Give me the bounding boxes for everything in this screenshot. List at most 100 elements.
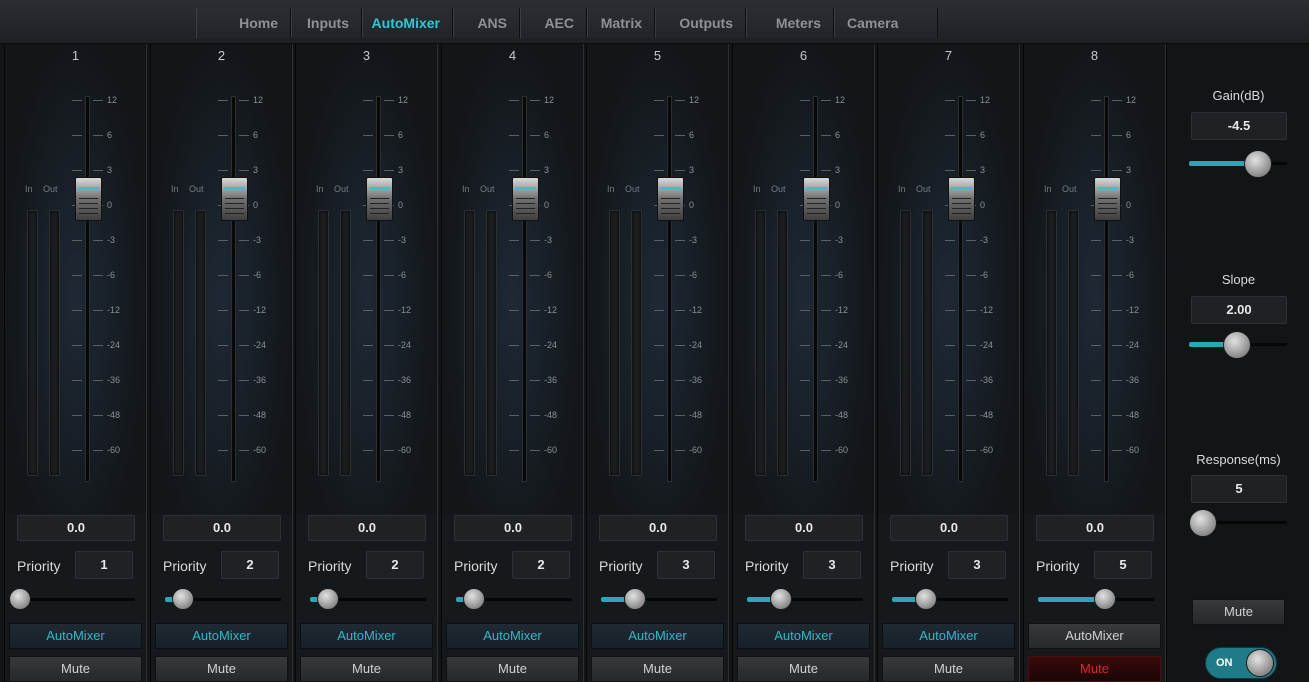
- out-meter-label: Out: [771, 184, 786, 194]
- automixer-button[interactable]: AutoMixer: [882, 623, 1015, 649]
- priority-slider-thumb[interactable]: [770, 588, 793, 610]
- fader-knob[interactable]: [803, 177, 830, 221]
- gain-value-field[interactable]: 0.0: [599, 515, 717, 541]
- fader-knob[interactable]: [948, 177, 975, 221]
- slope-value-field[interactable]: 2.00: [1191, 296, 1287, 324]
- fader-track[interactable]: [667, 96, 672, 482]
- priority-slider-thumb[interactable]: [915, 588, 938, 610]
- scale-tick: [93, 135, 103, 136]
- tab-automixer[interactable]: AutoMixer: [362, 8, 453, 38]
- gain-value-field[interactable]: 0.0: [308, 515, 426, 541]
- automixer-enable-toggle[interactable]: ON: [1205, 647, 1277, 679]
- tab-camera[interactable]: Camera: [834, 8, 938, 38]
- automixer-button[interactable]: AutoMixer: [446, 623, 579, 649]
- scale-tick: [93, 345, 103, 346]
- fader-knob[interactable]: [75, 177, 102, 221]
- tab-inputs[interactable]: Inputs: [291, 8, 362, 38]
- fader-track[interactable]: [813, 96, 818, 482]
- automixer-button[interactable]: AutoMixer: [1028, 623, 1161, 649]
- fader-track[interactable]: [231, 96, 236, 482]
- scale-tick: [363, 170, 373, 171]
- gain-value-field[interactable]: 0.0: [745, 515, 863, 541]
- priority-slider-thumb[interactable]: [624, 588, 647, 610]
- priority-slider-thumb[interactable]: [9, 588, 31, 610]
- scale-tick: [530, 240, 540, 241]
- tab-aec[interactable]: AEC: [520, 8, 587, 38]
- scale-tick: [821, 100, 831, 101]
- automixer-button[interactable]: AutoMixer: [155, 623, 288, 649]
- mute-button[interactable]: Mute: [300, 656, 433, 682]
- output-level-meter: [340, 210, 351, 476]
- fader-knob[interactable]: [1094, 177, 1121, 221]
- scale-label: 3: [253, 165, 259, 175]
- gain-value-field[interactable]: 0.0: [17, 515, 135, 541]
- scale-tick: [1091, 310, 1101, 311]
- fader-track[interactable]: [376, 96, 381, 482]
- gain-value-field[interactable]: 0.0: [1036, 515, 1154, 541]
- tab-ans[interactable]: ANS: [453, 8, 520, 38]
- fader-knob[interactable]: [221, 177, 248, 221]
- scale-label: -3: [398, 235, 407, 245]
- mute-button[interactable]: Mute: [155, 656, 288, 682]
- channel-number: 1: [71, 48, 80, 63]
- fader-knob[interactable]: [512, 177, 539, 221]
- priority-slider-thumb[interactable]: [1094, 588, 1117, 610]
- priority-value-field[interactable]: 1: [75, 551, 133, 579]
- tab-matrix[interactable]: Matrix: [587, 8, 655, 38]
- gain-value-field[interactable]: 0.0: [890, 515, 1008, 541]
- automixer-button[interactable]: AutoMixer: [737, 623, 870, 649]
- tab-home[interactable]: Home: [196, 8, 291, 38]
- gain-value-field[interactable]: -4.5: [1191, 112, 1287, 140]
- automixer-button[interactable]: AutoMixer: [9, 623, 142, 649]
- mute-button[interactable]: Mute: [446, 656, 579, 682]
- mute-button[interactable]: Mute: [591, 656, 724, 682]
- automixer-button[interactable]: AutoMixer: [300, 623, 433, 649]
- response-slider-thumb[interactable]: [1189, 509, 1217, 537]
- fader-track[interactable]: [522, 96, 527, 482]
- scale-tick: [945, 345, 955, 346]
- scale-label: -36: [980, 375, 994, 385]
- priority-value-field[interactable]: 2: [512, 551, 570, 579]
- priority-slider-track[interactable]: [19, 598, 135, 601]
- mute-button[interactable]: Mute: [1028, 656, 1161, 682]
- out-meter-label: Out: [480, 184, 495, 194]
- scale-tick: [1091, 170, 1101, 171]
- fader-track[interactable]: [1104, 96, 1109, 482]
- priority-value-field[interactable]: 5: [1094, 551, 1152, 579]
- scale-tick: [239, 275, 249, 276]
- in-meter-label: In: [753, 184, 761, 194]
- priority-value-field[interactable]: 3: [657, 551, 715, 579]
- priority-value-field[interactable]: 2: [221, 551, 279, 579]
- priority-value-field[interactable]: 2: [366, 551, 424, 579]
- slope-slider-thumb[interactable]: [1222, 331, 1251, 359]
- scale-tick: [72, 170, 82, 171]
- scale-label: -48: [398, 410, 412, 420]
- gain-value-field[interactable]: 0.0: [163, 515, 281, 541]
- scale-tick: [93, 240, 103, 241]
- mute-button[interactable]: Mute: [9, 656, 142, 682]
- response-value-field[interactable]: 5: [1191, 475, 1287, 503]
- priority-value-field[interactable]: 3: [803, 551, 861, 579]
- mute-button[interactable]: Mute: [737, 656, 870, 682]
- scale-tick: [93, 170, 103, 171]
- scale-label: -36: [1126, 375, 1140, 385]
- priority-slider-thumb[interactable]: [171, 588, 194, 610]
- priority-value-field[interactable]: 3: [948, 551, 1006, 579]
- gain-slider-thumb[interactable]: [1243, 150, 1272, 178]
- tab-outputs[interactable]: Outputs: [655, 8, 746, 38]
- priority-slider-thumb[interactable]: [462, 588, 485, 610]
- automixer-button[interactable]: AutoMixer: [591, 623, 724, 649]
- mute-button[interactable]: Mute: [882, 656, 1015, 682]
- scale-label: 12: [835, 95, 846, 105]
- tab-meters[interactable]: Meters: [746, 8, 834, 38]
- fader-knob[interactable]: [657, 177, 684, 221]
- priority-slider-thumb[interactable]: [316, 588, 339, 610]
- fader-knob[interactable]: [366, 177, 393, 221]
- master-mute-button[interactable]: Mute: [1192, 599, 1285, 625]
- gain-value-field[interactable]: 0.0: [454, 515, 572, 541]
- fader-track[interactable]: [958, 96, 963, 482]
- priority-label: Priority: [599, 558, 643, 574]
- scale-label: -48: [1126, 410, 1140, 420]
- channel-number: 6: [799, 48, 808, 63]
- fader-track[interactable]: [85, 96, 90, 482]
